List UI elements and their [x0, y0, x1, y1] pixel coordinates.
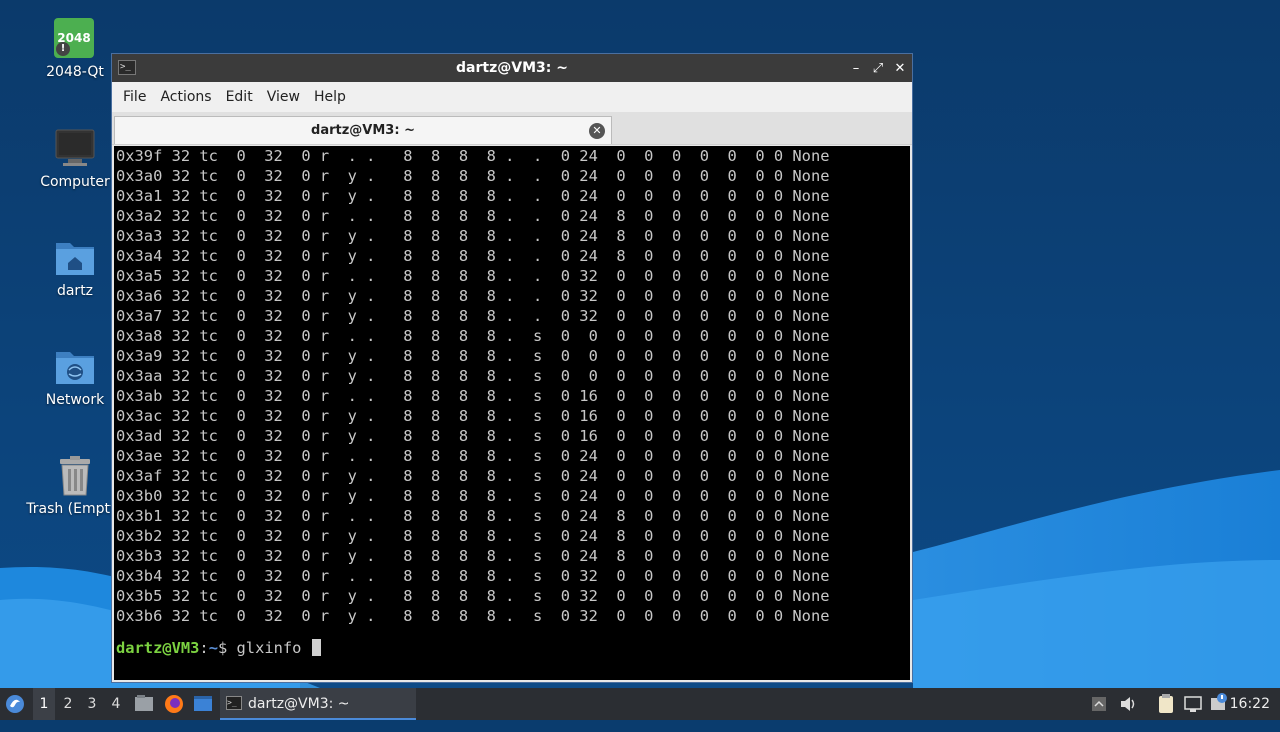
desktop-icon-home[interactable]: dartz: [25, 237, 125, 299]
window-titlebar[interactable]: >_ dartz@VM3: ~ – ⤢ ✕: [112, 54, 912, 82]
volume-icon[interactable]: [1118, 688, 1138, 720]
menu-file[interactable]: File: [116, 89, 153, 105]
terminal-line: 0x39f 32 tc 0 32 0 r . . 8 8 8 8 . . 0 2…: [116, 147, 830, 165]
network-status-icon[interactable]: [1182, 688, 1204, 720]
terminal-line: 0x3b5 32 tc 0 32 0 r y . 8 8 8 8 . s 0 3…: [116, 587, 830, 605]
terminal-line: 0x3a9 32 tc 0 32 0 r y . 8 8 8 8 . s 0 0…: [116, 347, 830, 365]
terminal-line: 0x3aa 32 tc 0 32 0 r y . 8 8 8 8 . s 0 0…: [116, 367, 830, 385]
desktop-icon-network[interactable]: Network: [25, 346, 125, 408]
tab-close-icon[interactable]: ✕: [589, 123, 605, 139]
terminal-line: 0x3a0 32 tc 0 32 0 r y . 8 8 8 8 . . 0 2…: [116, 167, 830, 185]
app-menu-icon: [6, 695, 24, 713]
terminal-app-icon: >_: [118, 60, 136, 75]
computer-icon: [54, 128, 96, 170]
desktop-icon-label: Computer: [40, 174, 110, 190]
file-manager-icon[interactable]: [134, 688, 156, 720]
terminal-line: 0x3b2 32 tc 0 32 0 r y . 8 8 8 8 . s 0 2…: [116, 527, 830, 545]
terminal-line: 0x3a8 32 tc 0 32 0 r . . 8 8 8 8 . s 0 0…: [116, 327, 830, 345]
terminal-line: 0x3af 32 tc 0 32 0 r y . 8 8 8 8 . s 0 2…: [116, 467, 830, 485]
workspace-3[interactable]: 3: [81, 688, 103, 720]
terminal-line: 0x3b4 32 tc 0 32 0 r . . 8 8 8 8 . s 0 3…: [116, 567, 830, 585]
network-folder-icon: [54, 346, 96, 388]
terminal-line: 0x3a4 32 tc 0 32 0 r y . 8 8 8 8 . . 0 2…: [116, 247, 830, 265]
terminal-line: 0x3ad 32 tc 0 32 0 r y . 8 8 8 8 . s 0 1…: [116, 427, 830, 445]
prompt-symbol: $: [217, 639, 228, 657]
prompt-path: ~: [208, 639, 218, 657]
prompt-line: dartz@VM3:~$ glxinfo: [116, 638, 321, 658]
menu-view[interactable]: View: [260, 89, 307, 105]
window-title: dartz@VM3: ~: [456, 60, 568, 76]
close-button[interactable]: ✕: [894, 61, 906, 76]
terminal-line: 0x3a7 32 tc 0 32 0 r y . 8 8 8 8 . . 0 3…: [116, 307, 830, 325]
text-cursor: [311, 639, 321, 656]
workspace-2[interactable]: 2: [57, 688, 79, 720]
show-desktop-icon[interactable]: [192, 688, 216, 720]
terminal-line: 0x3b6 32 tc 0 32 0 r y . 8 8 8 8 . s 0 3…: [116, 607, 830, 625]
tab-bar: dartz@VM3: ~ ✕: [112, 112, 912, 145]
terminal-line: 0x3ae 32 tc 0 32 0 r . . 8 8 8 8 . s 0 2…: [116, 447, 830, 465]
prompt-separator: :: [199, 639, 209, 657]
taskbar-task-terminal[interactable]: >_ dartz@VM3: ~: [220, 688, 416, 720]
desktop-icon-computer[interactable]: Computer: [25, 128, 125, 190]
terminal-task-icon: >_: [226, 696, 242, 710]
terminal-line: 0x3b3 32 tc 0 32 0 r y . 8 8 8 8 . s 0 2…: [116, 547, 830, 565]
desktop-icon-label: Network: [45, 392, 105, 408]
home-folder-icon: [54, 237, 96, 279]
warning-icon: !: [56, 42, 70, 56]
terminal-line: 0x3a6 32 tc 0 32 0 r y . 8 8 8 8 . . 0 3…: [116, 287, 830, 305]
terminal-line: 0x3a1 32 tc 0 32 0 r y . 8 8 8 8 . . 0 2…: [116, 187, 830, 205]
menu-actions[interactable]: Actions: [153, 89, 218, 105]
terminal-line: 0x3ab 32 tc 0 32 0 r . . 8 8 8 8 . s 0 1…: [116, 387, 830, 405]
trash-icon: [54, 455, 96, 497]
terminal-line: 0x3a5 32 tc 0 32 0 r . . 8 8 8 8 . . 0 3…: [116, 267, 830, 285]
2048-app-icon: 2048 !: [54, 18, 96, 60]
menu-help[interactable]: Help: [307, 89, 353, 105]
menu-bar: File Actions Edit View Help: [112, 82, 912, 112]
maximize-button[interactable]: ⤢: [872, 61, 884, 76]
firefox-icon[interactable]: [163, 688, 185, 720]
tab-terminal[interactable]: dartz@VM3: ~ ✕: [114, 116, 612, 144]
tab-label: dartz@VM3: ~: [311, 123, 415, 138]
start-menu-button[interactable]: [4, 688, 28, 720]
desktop-icon-trash[interactable]: Trash (Empty): [25, 455, 125, 517]
prompt-command: glxinfo: [236, 639, 302, 657]
terminal-line: 0x3a2 32 tc 0 32 0 r . . 8 8 8 8 . . 0 2…: [116, 207, 830, 225]
terminal-line: 0x3a3 32 tc 0 32 0 r y . 8 8 8 8 . . 0 2…: [116, 227, 830, 245]
desktop-icon-label: dartz: [56, 283, 94, 299]
workspace-1[interactable]: 1: [33, 688, 55, 720]
desktop-icon-label: 2048-Qt: [46, 64, 104, 80]
terminal-line: 0x3b1 32 tc 0 32 0 r . . 8 8 8 8 . s 0 2…: [116, 507, 830, 525]
tray-expand-icon[interactable]: [1091, 688, 1109, 720]
menu-edit[interactable]: Edit: [219, 89, 260, 105]
taskbar: 1 2 3 4 >_ dartz@VM3: ~ 16:22: [0, 688, 1280, 720]
terminal-line: 0x3ac 32 tc 0 32 0 r y . 8 8 8 8 . s 0 1…: [116, 407, 830, 425]
prompt-user-host: dartz@VM3: [116, 639, 200, 657]
terminal-output[interactable]: 0x39f 32 tc 0 32 0 r . . 8 8 8 8 . . 0 2…: [114, 146, 910, 680]
terminal-line: 0x3b0 32 tc 0 32 0 r y . 8 8 8 8 . s 0 2…: [116, 487, 830, 505]
clock[interactable]: 16:22: [1230, 688, 1270, 720]
desktop-icon-label: Trash (Empty): [26, 501, 124, 517]
clipboard-icon[interactable]: [1155, 688, 1177, 720]
terminal-window: >_ dartz@VM3: ~ – ⤢ ✕ File Actions Edit …: [111, 53, 913, 683]
desktop-icon-2048[interactable]: 2048 ! 2048-Qt: [25, 18, 125, 80]
minimize-button[interactable]: –: [850, 61, 862, 76]
task-label: dartz@VM3: ~: [248, 696, 350, 712]
workspace-4[interactable]: 4: [105, 688, 127, 720]
notification-icon[interactable]: [1208, 688, 1230, 720]
